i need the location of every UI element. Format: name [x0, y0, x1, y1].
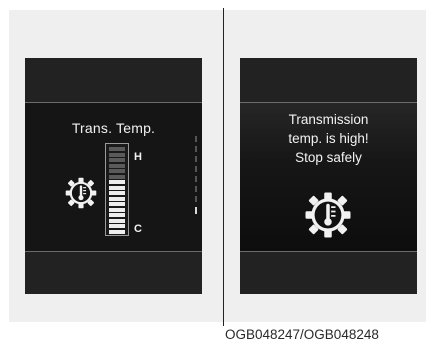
display-bottom-band [25, 252, 202, 294]
gauge-segment [109, 169, 125, 173]
scroll-indicator-tick [195, 176, 197, 182]
gauge-segment [109, 191, 125, 195]
scroll-indicator-tick [195, 136, 197, 142]
scroll-indicator-tick-active [195, 207, 197, 214]
scroll-indicator-tick [195, 166, 197, 172]
figure-caption: OGB048247/OGB048248 [225, 327, 379, 342]
gauge-segment [109, 224, 125, 228]
warning-line: Stop safely [295, 150, 362, 165]
gauge-segment [109, 218, 125, 223]
gauge-segment [109, 196, 125, 201]
display-top-band [240, 58, 417, 102]
gauge-segment [109, 207, 125, 212]
display-bottom-band [240, 252, 417, 294]
gauge-segment [109, 147, 125, 151]
gauge-segment [109, 163, 125, 168]
warning-line: Transmission [288, 112, 369, 127]
figure-divider [223, 8, 224, 326]
temperature-bar-gauge [105, 143, 129, 236]
transmission-temperature-icon [65, 177, 97, 209]
gauge-segment [109, 202, 125, 206]
scroll-indicator-tick [195, 146, 197, 152]
scroll-indicator-tick [195, 186, 197, 192]
warning-message: Transmission temp. is high! Stop safely [240, 110, 417, 167]
gauge-title: Trans. Temp. [71, 120, 156, 136]
cluster-display-warning: Transmission temp. is high! Stop safely [240, 58, 417, 294]
gauge-low-label: C [134, 223, 142, 235]
gauge-segment [109, 213, 125, 217]
gauge-segment [109, 180, 125, 184]
gauge-segment [109, 158, 125, 162]
cluster-display-gauge: Trans. Temp. H C [25, 58, 202, 294]
display-top-band [25, 58, 202, 102]
warning-line: temp. is high! [288, 131, 369, 146]
gauge-segment [109, 229, 125, 234]
gauge-segment [109, 152, 125, 157]
scroll-indicator-tick [195, 156, 197, 162]
gauge-high-label: H [134, 151, 142, 163]
gauge-segment [109, 185, 125, 190]
transmission-temperature-warning-icon [305, 192, 351, 238]
scroll-indicator-tick [195, 196, 197, 202]
gauge-segment [109, 174, 125, 179]
